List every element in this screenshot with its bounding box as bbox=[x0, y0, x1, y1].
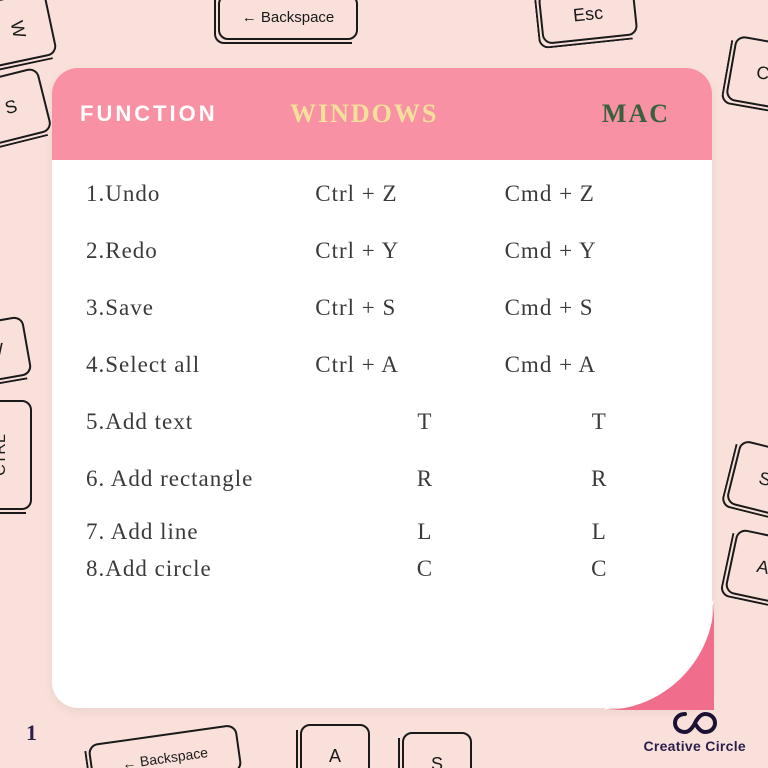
bg-key-backspace2: ← Backspace bbox=[87, 724, 242, 768]
mac-cell: C bbox=[505, 557, 684, 580]
windows-cell: R bbox=[315, 467, 504, 490]
page-curl-icon bbox=[604, 600, 714, 710]
mac-cell: Cmd + Z bbox=[505, 182, 684, 205]
windows-cell: Ctrl + S bbox=[315, 296, 504, 319]
page-number: 1 bbox=[26, 720, 37, 746]
infinity-icon bbox=[673, 710, 717, 736]
function-cell: 8.Add circle bbox=[86, 557, 315, 580]
shortcut-row: 7. Add lineLL bbox=[86, 520, 684, 543]
shortcut-row: 4.Select allCtrl + ACmd + A bbox=[86, 353, 684, 376]
windows-cell: Ctrl + Y bbox=[315, 239, 504, 262]
bg-key-a2: A bbox=[724, 528, 768, 606]
mac-cell: T bbox=[505, 410, 684, 433]
function-cell: 4.Select all bbox=[86, 353, 315, 376]
bg-key-ctrl: CTRL bbox=[0, 400, 32, 510]
card-header: FUNCTION WINDOWS MAC bbox=[52, 68, 712, 160]
mac-cell: Cmd + Y bbox=[505, 239, 684, 262]
shortcut-row: 6. Add rectangleRR bbox=[86, 467, 684, 490]
bg-key-s2: S bbox=[725, 439, 768, 519]
bg-key-w: W bbox=[0, 0, 58, 69]
windows-cell: T bbox=[315, 410, 504, 433]
brand-label: Creative Circle bbox=[643, 738, 746, 754]
shortcut-card: FUNCTION WINDOWS MAC 1.UndoCtrl + ZCmd +… bbox=[52, 68, 712, 708]
mac-cell: R bbox=[505, 467, 684, 490]
mac-cell: Cmd + A bbox=[505, 353, 684, 376]
bg-key-c: C bbox=[725, 35, 768, 111]
windows-cell: L bbox=[315, 520, 504, 543]
shortcut-row: 8.Add circleCC bbox=[86, 557, 684, 580]
shortcut-row: 2.RedoCtrl + YCmd + Y bbox=[86, 239, 684, 262]
function-cell: 2.Redo bbox=[86, 239, 315, 262]
bg-key-a3: A bbox=[300, 724, 370, 768]
shortcut-rows: 1.UndoCtrl + ZCmd + Z2.RedoCtrl + YCmd +… bbox=[52, 160, 712, 590]
windows-cell: C bbox=[315, 557, 504, 580]
function-cell: 5.Add text bbox=[86, 410, 315, 433]
bg-key-v: V bbox=[0, 315, 33, 385]
bg-key-s1: S bbox=[0, 67, 53, 148]
shortcut-row: 1.UndoCtrl + ZCmd + Z bbox=[86, 182, 684, 205]
shortcut-row: 5.Add textTT bbox=[86, 410, 684, 433]
function-cell: 1.Undo bbox=[86, 182, 315, 205]
bg-key-esc: Esc bbox=[538, 0, 639, 45]
header-windows: WINDOWS bbox=[290, 99, 520, 129]
windows-cell: Ctrl + Z bbox=[315, 182, 504, 205]
header-function: FUNCTION bbox=[80, 101, 290, 127]
shortcut-row: 3.SaveCtrl + SCmd + S bbox=[86, 296, 684, 319]
windows-cell: Ctrl + A bbox=[315, 353, 504, 376]
brand-badge: Creative Circle bbox=[643, 710, 746, 754]
bg-key-s3: S bbox=[402, 732, 472, 768]
function-cell: 6. Add rectangle bbox=[86, 467, 315, 490]
mac-cell: L bbox=[505, 520, 684, 543]
mac-cell: Cmd + S bbox=[505, 296, 684, 319]
bg-key-backspace: ← Backspace bbox=[218, 0, 358, 40]
header-mac: MAC bbox=[520, 99, 670, 129]
function-cell: 3.Save bbox=[86, 296, 315, 319]
function-cell: 7. Add line bbox=[86, 520, 315, 543]
